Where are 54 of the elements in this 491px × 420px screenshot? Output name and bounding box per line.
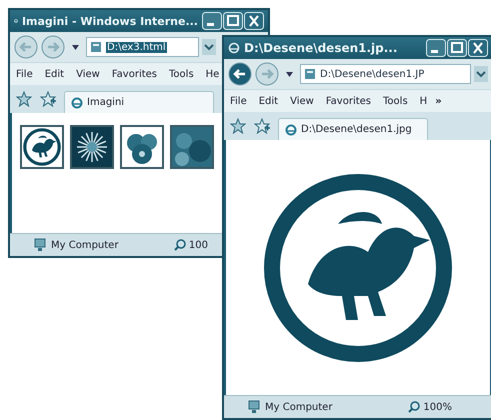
close-icon	[468, 39, 488, 57]
browser-logo-icon	[285, 124, 297, 136]
menu-item[interactable]: View	[290, 96, 314, 106]
zoom-control[interactable]: 100%	[404, 401, 456, 413]
menu-item[interactable]: View	[76, 68, 100, 80]
zoom-level: 100%	[423, 402, 452, 412]
address-field[interactable]: D:\ex3.html	[86, 37, 199, 57]
zoom-icon	[174, 239, 186, 251]
menu-item[interactable]: Tools	[169, 68, 194, 80]
address-field[interactable]: D:\Desene\desen1.JP	[300, 64, 471, 84]
minimize-icon	[426, 39, 446, 57]
computer-icon	[34, 238, 46, 252]
emblem-thumbnail[interactable]	[20, 125, 64, 169]
dropdown-caret-icon	[286, 72, 293, 76]
star-plus-icon	[254, 118, 270, 134]
address-text: D:\Desene\desen1.JP	[320, 68, 424, 80]
photo-thumbnail[interactable]	[120, 125, 164, 169]
menu-item[interactable]: Favorites	[112, 68, 158, 80]
computer-icon	[248, 400, 260, 414]
dropdown-caret-icon	[72, 44, 79, 50]
zoom-control[interactable]: 100	[170, 239, 212, 251]
address-text: D:\ex3.html	[106, 42, 167, 52]
menu-item[interactable]: Favorites	[326, 96, 372, 106]
more-menu-chevron[interactable]: »	[435, 96, 442, 106]
menu-item[interactable]: H	[420, 96, 428, 106]
status-text: My Computer	[265, 402, 332, 412]
star-icon	[16, 91, 32, 107]
browser-logo-icon	[228, 42, 240, 54]
minimize-icon	[202, 12, 222, 30]
page-icon	[90, 41, 102, 53]
status-text: My Computer	[51, 240, 118, 250]
menu-item[interactable]: He	[206, 68, 220, 80]
photo-thumbnail[interactable]	[170, 125, 214, 169]
menu-item[interactable]: Edit	[258, 96, 278, 106]
browser-tab[interactable]: Imagini	[64, 91, 214, 113]
browser-tab[interactable]: D:\Desene\desen1.jpg	[278, 118, 428, 140]
maximize-icon	[447, 39, 467, 57]
browser-logo-icon	[71, 96, 83, 108]
page-icon	[304, 68, 316, 80]
star-icon	[230, 118, 246, 134]
window-title: Imagini - Windows Interne...	[22, 14, 198, 28]
menu-item[interactable]: File	[16, 68, 33, 80]
menu-item[interactable]: File	[230, 96, 247, 106]
close-icon	[244, 12, 264, 30]
star-plus-icon	[40, 91, 56, 107]
window-title: D:\Desene\desen1.jp...	[244, 41, 398, 55]
zoom-icon	[408, 401, 420, 413]
tab-title: Imagini	[87, 97, 124, 108]
zoom-level: 100	[188, 240, 208, 250]
menu-item[interactable]: Tools	[383, 96, 408, 106]
tab-title: D:\Desene\desen1.jpg	[301, 124, 412, 135]
maximize-icon	[223, 12, 243, 30]
menu-item[interactable]: Edit	[44, 68, 64, 80]
photo-thumbnail[interactable]	[70, 125, 114, 169]
